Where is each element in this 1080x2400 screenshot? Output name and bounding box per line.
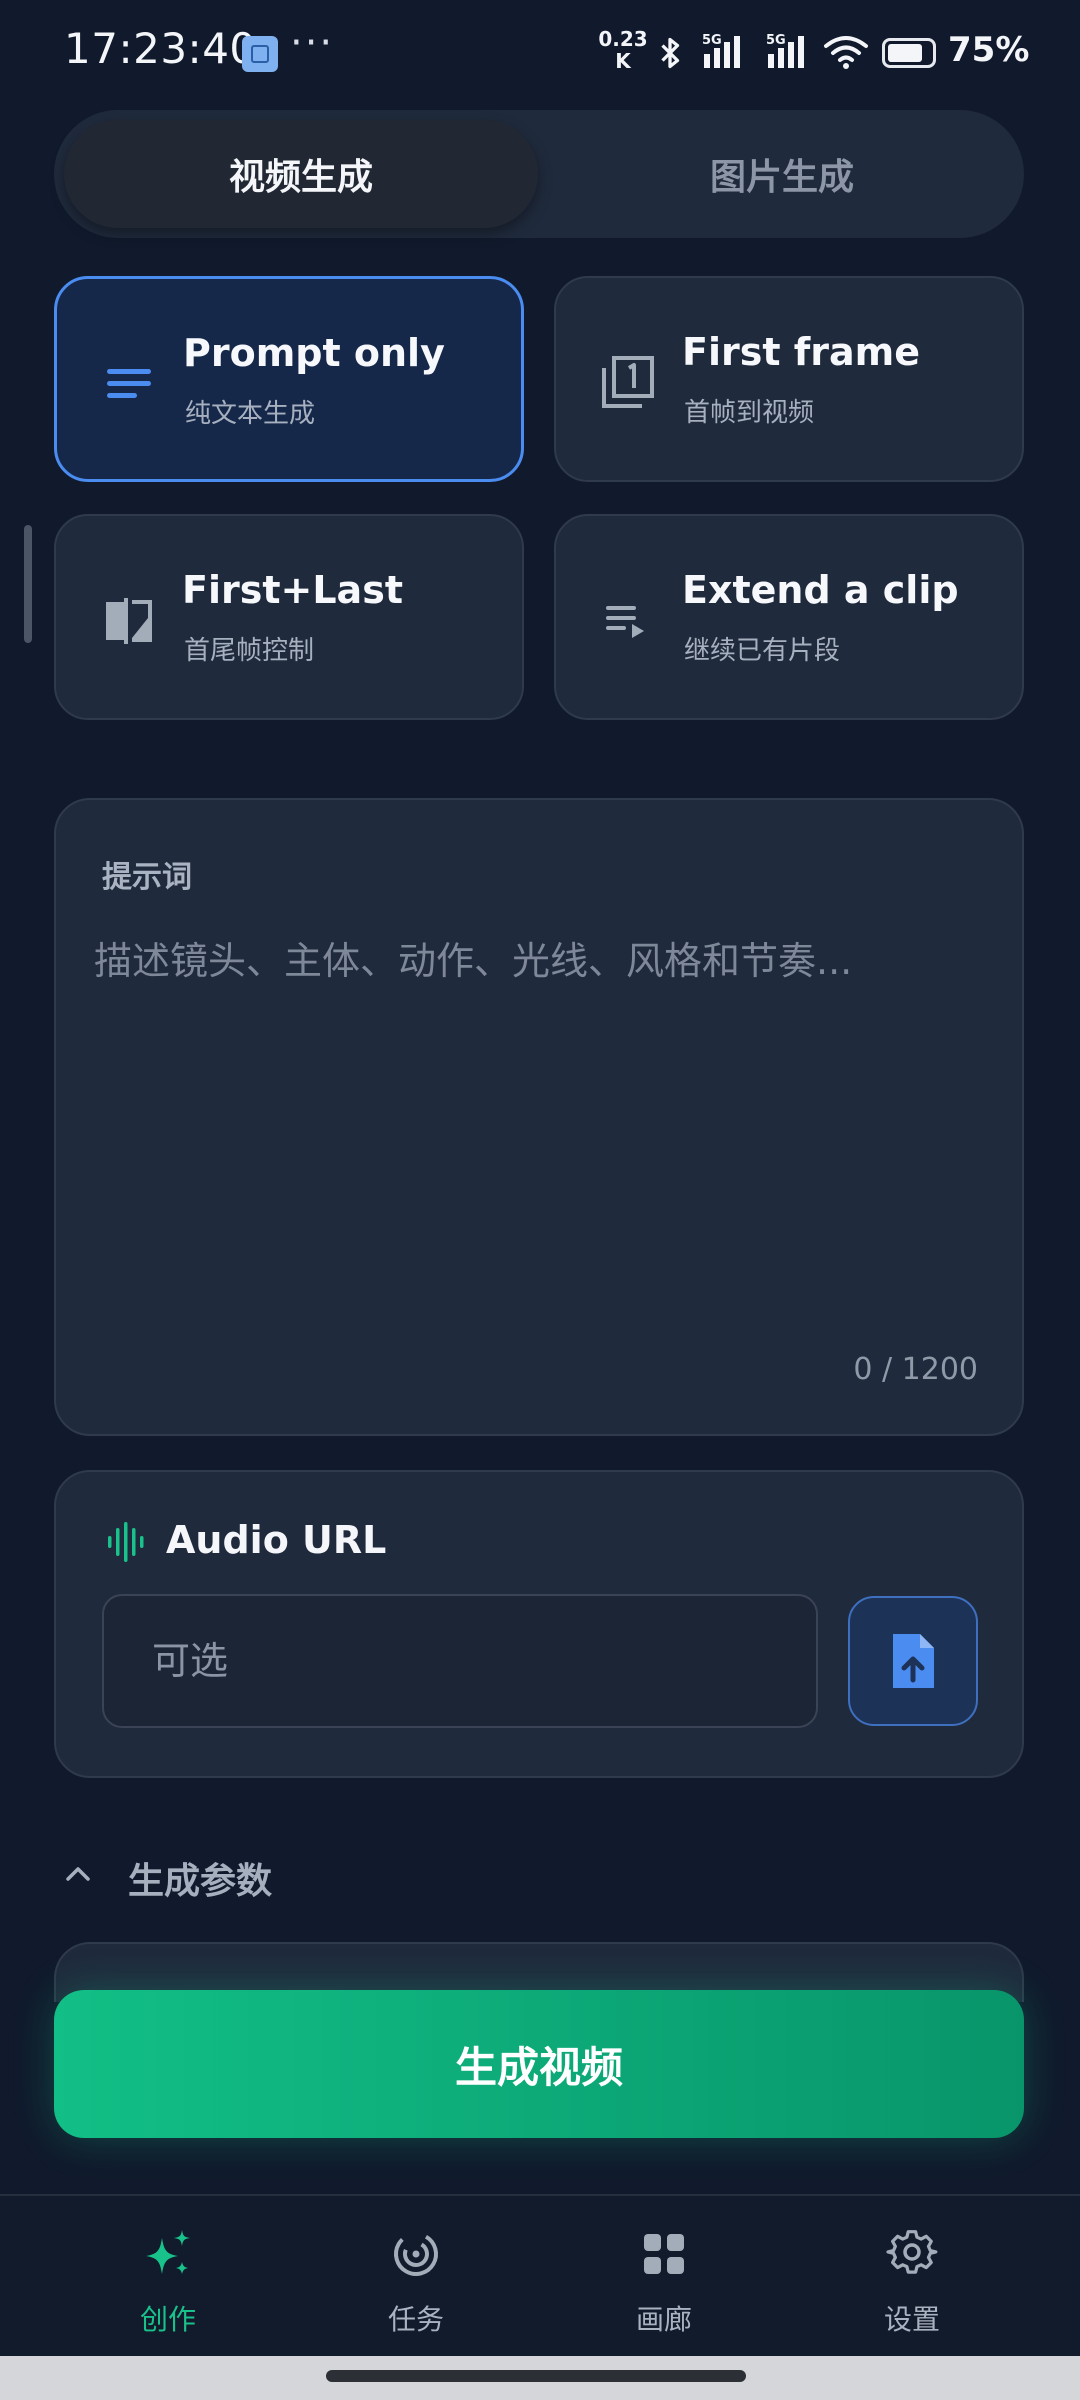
mode-title: First frame — [682, 330, 921, 374]
scroll-indicator[interactable] — [24, 525, 32, 643]
text-lines-icon — [107, 369, 151, 398]
mode-subtitle: 首尾帧控制 — [184, 636, 315, 666]
tab-video-generation[interactable]: 视频生成 — [64, 120, 538, 228]
mode-subtitle: 继续已有片段 — [684, 636, 841, 666]
params-toggle[interactable]: 生成参数 — [54, 1840, 654, 1910]
cellular-signal-icon: 5G — [702, 33, 740, 68]
bottom-navigation: 创作 任务 画廊 设置 — [0, 2194, 1080, 2358]
prompt-panel: 提示词 0 / 1200 — [54, 798, 1024, 1436]
nav-label: 任务 — [387, 2303, 444, 2336]
prompt-char-count: 0 / 1200 — [853, 1352, 978, 1387]
nav-item-settings[interactable]: 设置 — [777, 2196, 1047, 2358]
signal-label: 5G — [702, 33, 722, 48]
nav-item-gallery[interactable]: 画廊 — [529, 2196, 799, 2358]
mode-subtitle: 纯文本生成 — [185, 399, 316, 429]
mode-card-first-frame[interactable]: First frame 首帧到视频 — [554, 276, 1024, 482]
generation-type-tabs: 视频生成 图片生成 — [54, 110, 1024, 238]
audio-wave-icon — [108, 1522, 144, 1562]
nav-item-tasks[interactable]: 任务 — [281, 2196, 551, 2358]
tab-image-generation[interactable]: 图片生成 — [550, 120, 1014, 228]
nav-label: 创作 — [139, 2303, 196, 2336]
nav-item-create[interactable]: 创作 — [33, 2196, 303, 2358]
gear-icon — [886, 2230, 938, 2274]
chip-app-icon — [242, 36, 278, 72]
generate-video-button[interactable]: 生成视频 — [54, 1990, 1024, 2138]
battery-icon — [882, 38, 936, 68]
sparkles-icon — [146, 2230, 190, 2274]
gesture-area — [0, 2356, 1080, 2400]
mode-title: Extend a clip — [682, 568, 959, 612]
mode-card-first-last[interactable]: First+Last 首尾帧控制 — [54, 514, 524, 720]
mode-title: First+Last — [182, 568, 403, 612]
status-bar: 17:23:40 ··· 0.23 K 5G 5G 75% — [0, 0, 1080, 100]
mode-card-prompt-only[interactable]: Prompt only 纯文本生成 — [54, 276, 524, 482]
filter-1-icon — [602, 356, 654, 408]
upload-audio-button[interactable] — [848, 1596, 978, 1726]
nav-label: 设置 — [883, 2303, 940, 2336]
params-label: 生成参数 — [128, 1861, 273, 1902]
audio-url-title: Audio URL — [166, 1518, 387, 1562]
battery-level — [888, 44, 922, 62]
status-time: 17:23:40 — [64, 24, 257, 73]
playlist-play-icon — [606, 606, 644, 638]
network-speed-value: 0.23 — [598, 27, 648, 51]
compare-icon — [106, 598, 152, 644]
wifi-icon — [824, 36, 868, 69]
home-gesture-bar[interactable] — [326, 2370, 746, 2382]
nav-label: 画廊 — [635, 2303, 692, 2336]
mode-title: Prompt only — [183, 331, 445, 375]
chevron-up-icon — [66, 1867, 90, 1881]
prompt-label: 提示词 — [102, 860, 192, 895]
radar-icon — [394, 2232, 438, 2276]
network-speed: 0.23 K — [598, 28, 648, 72]
network-speed-unit: K — [615, 49, 631, 73]
grid-icon — [644, 2234, 684, 2274]
more-notifications-icon: ··· — [290, 20, 335, 66]
audio-url-panel: Audio URL — [54, 1470, 1024, 1778]
bluetooth-icon — [661, 37, 680, 69]
mode-card-extend-clip[interactable]: Extend a clip 继续已有片段 — [554, 514, 1024, 720]
cellular-signal-icon: 5G — [766, 33, 804, 68]
prompt-input[interactable] — [94, 930, 964, 1310]
audio-url-input[interactable] — [102, 1594, 818, 1728]
upload-file-icon — [893, 1634, 934, 1688]
mode-subtitle: 首帧到视频 — [684, 398, 815, 428]
signal-label: 5G — [766, 33, 786, 48]
battery-percent: 75% — [948, 30, 1030, 70]
